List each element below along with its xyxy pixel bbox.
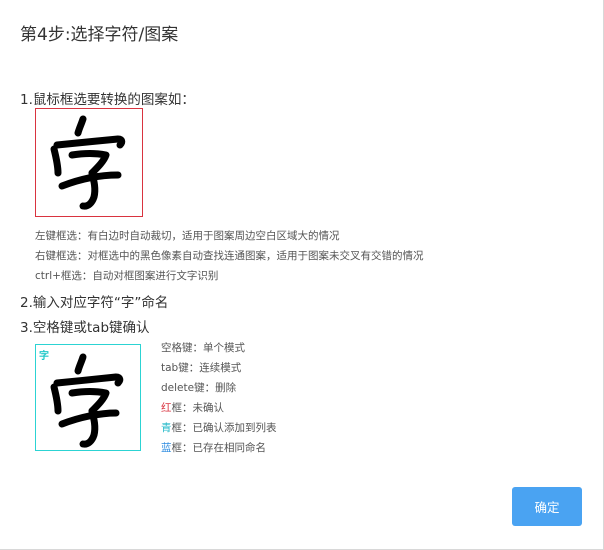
legend-cyan-frame: 青框：已确认添加到列表 bbox=[161, 420, 277, 435]
step-1-heading: 1.鼠标框选要转换的图案如： bbox=[20, 92, 195, 108]
right-drag-hint: 右键框选：对框选中的黑色像素自动查找连通图案，适用于图案未交叉有交错的情况 bbox=[35, 250, 424, 262]
legend-blue-frame: 蓝框：已存在相同命名 bbox=[161, 440, 266, 455]
glyph-name-tag: 字 bbox=[39, 351, 49, 362]
dialog: 第4步:选择字符/图案 1.鼠标框选要转换的图案如： 左键框选：有白边时自动裁切… bbox=[0, 0, 604, 550]
step-2-heading: 2.输入对应字符“字”命名 bbox=[20, 295, 169, 311]
legend-red-text: 框：未确认 bbox=[171, 402, 225, 414]
ctrl-drag-hint: ctrl+框选：自动对框图案进行文字识别 bbox=[35, 270, 219, 282]
legend-space-key: 空格键：单个模式 bbox=[161, 342, 245, 354]
legend-blue-text: 框：已存在相同命名 bbox=[171, 442, 267, 454]
legend-red-word: 红 bbox=[161, 402, 172, 414]
legend-delete-key: delete键：删除 bbox=[161, 382, 237, 394]
left-drag-hint: 左键框选：有白边时自动裁切，适用于图案周边空白区域大的情况 bbox=[35, 230, 340, 242]
legend-blue-word: 蓝 bbox=[161, 442, 172, 454]
handwritten-glyph-image bbox=[50, 115, 126, 210]
dialog-title: 第4步:选择字符/图案 bbox=[20, 25, 179, 45]
sample-glyph-red-frame bbox=[35, 108, 143, 217]
legend-cyan-word: 青 bbox=[161, 422, 172, 434]
step-3-heading: 3.空格键或tab键确认 bbox=[20, 320, 150, 336]
legend-cyan-text: 框：已确认添加到列表 bbox=[171, 422, 277, 434]
ok-button[interactable]: 确定 bbox=[512, 487, 582, 526]
legend-tab-key: tab键：连续模式 bbox=[161, 362, 242, 374]
sample-glyph-cyan-frame: 字 bbox=[35, 344, 141, 451]
handwritten-glyph-image bbox=[50, 353, 124, 448]
legend-red-frame: 红框：未确认 bbox=[161, 400, 224, 415]
